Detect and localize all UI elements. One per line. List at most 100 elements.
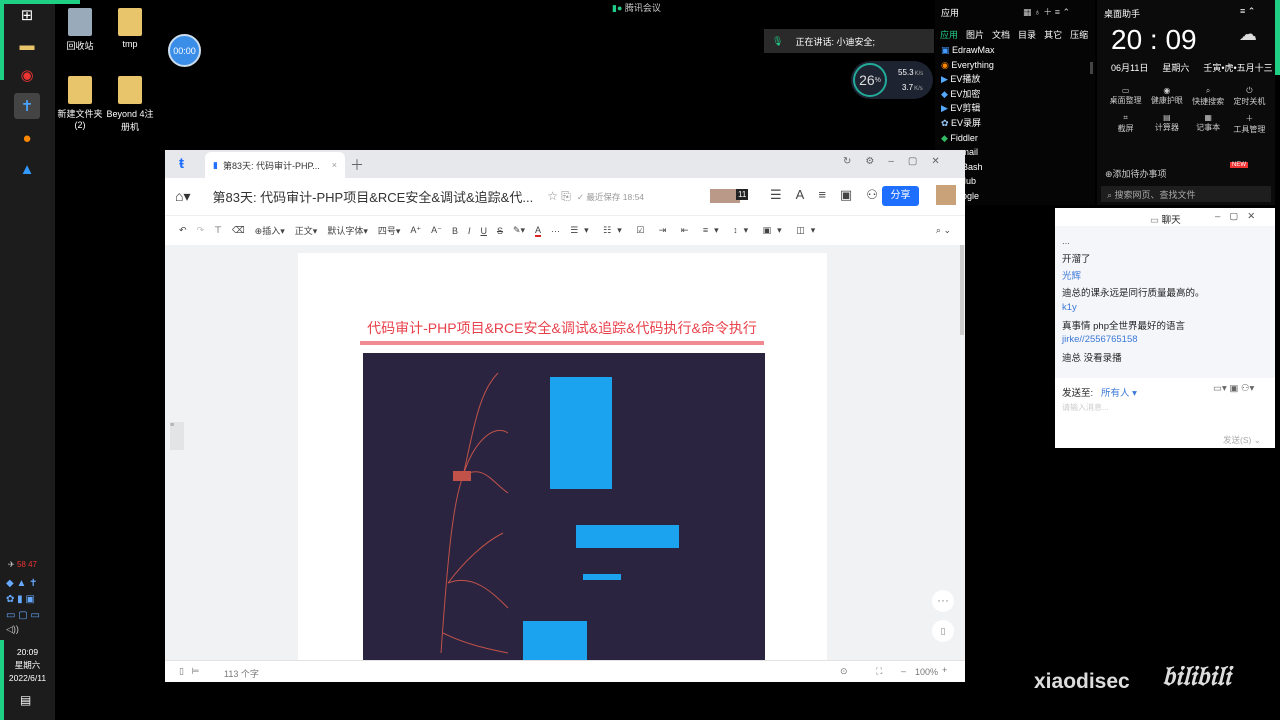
tool-notepad[interactable]: ▦ 记事本 <box>1188 113 1229 135</box>
font-select[interactable]: 默认字体▾ <box>327 224 368 237</box>
apps-tab[interactable]: 其它 <box>1044 28 1062 41</box>
helper-search-input[interactable]: ⌕ 搜索网页、查找文件 <box>1101 186 1271 202</box>
doc-title[interactable]: 第83天: 代码审计-PHP项目&RCE安全&调试&追踪&代... <box>212 187 533 206</box>
helper-controls[interactable]: ≡ ⌃ <box>1240 6 1255 17</box>
app-item[interactable]: ✿ EV录屏 <box>941 116 995 131</box>
list-buttons[interactable]: ☰▾ ☷▾ ☑ ⇥ ⇤ ≡▾ ↕▾ ▣▾ ◫▾ <box>570 225 821 236</box>
status-bar: ▯ ⊨ 113 个字 ⊙ ⛶ – 100% + <box>165 660 965 682</box>
tool-manage[interactable]: ＋工具管理 <box>1229 113 1270 135</box>
tray-icons[interactable]: ◆ ▲ ✝ ✿ ▮ ▣ ▭ ▢ ▭ <box>6 576 50 624</box>
user-avatar[interactable] <box>936 185 956 205</box>
save-status: ✓ 最近保存 18:54 <box>576 191 645 202</box>
chat-message: 迪总 没看录播 <box>1062 353 1122 364</box>
tool-eye-care[interactable]: ◉ 健康护眼 <box>1146 86 1187 107</box>
chat-message: 开溜了 <box>1062 254 1091 265</box>
font-color-button[interactable]: A <box>535 225 542 237</box>
new-tab-button[interactable]: ＋ <box>350 155 364 175</box>
network-monitor[interactable]: 26% 55.3K/s 3.7K/s <box>851 61 933 99</box>
taskbar: ⊞ ▬ ◉ ✝ ● ▲ ✈ 58 47 ◆ ▲ ✝ ✿ ▮ ▣ ▭ ▢ ▭ ◁)) … <box>0 0 55 720</box>
windows-start-icon[interactable]: ⊞ <box>14 2 40 28</box>
firefox-icon[interactable]: ● <box>14 125 40 151</box>
italic-button[interactable]: I <box>468 226 471 236</box>
font-increase-button[interactable]: A⁺ <box>410 225 421 236</box>
file-explorer-icon[interactable]: ▬ <box>14 32 40 58</box>
clear-format-icon[interactable]: ⌫ <box>232 225 245 236</box>
redo-icon[interactable]: ↷ <box>197 225 205 236</box>
add-todo-button[interactable]: ⊕添加待办事项 <box>1105 167 1167 180</box>
apps-panel-controls[interactable]: ▦ ♁ ＋ ≡ ⌃ <box>1023 5 1070 18</box>
desktop-icon-tmp[interactable]: tmp <box>100 8 160 49</box>
scrollbar[interactable] <box>960 245 964 335</box>
highlight-icon[interactable]: ✎▾ <box>513 225 525 236</box>
star-icon[interactable]: ☆ ⎘ <box>547 189 571 204</box>
doc-tab[interactable]: ▮ 第83天: 代码审计-PHP... × <box>205 152 345 178</box>
chat-sender: k1y <box>1062 302 1077 313</box>
apps-tabs: 应用 图片 文档 目录 其它 压缩 <box>940 28 1088 41</box>
zoom-in-button[interactable]: + <box>942 665 947 675</box>
apps-tab[interactable]: 图片 <box>966 28 984 41</box>
tencent-docs-icon[interactable]: ✝ <box>14 93 40 119</box>
app-item[interactable]: ▶ EV播放 <box>941 72 995 87</box>
send-button[interactable]: 发送(S) ⌄ <box>1223 434 1261 446</box>
clock-date: 2022/6/11 <box>8 673 47 683</box>
mindmap-image[interactable] <box>363 353 765 660</box>
volume-icon[interactable]: ◁)) <box>6 624 19 635</box>
zoom-out-button[interactable]: – <box>901 666 906 676</box>
notes-button[interactable]: ▯ <box>932 620 954 642</box>
font-decrease-button[interactable]: A⁻ <box>431 225 442 236</box>
tool-shutdown[interactable]: ⏻ 定时关机 <box>1229 86 1270 107</box>
app-item[interactable]: ◆ EV加密 <box>941 87 995 102</box>
tool-calculator[interactable]: ▤ 计算器 <box>1146 113 1187 135</box>
bold-button[interactable]: B <box>452 226 458 236</box>
tool-quick-search[interactable]: ⌕ 快捷搜索 <box>1188 86 1229 107</box>
undo-icon[interactable]: ↶ <box>179 225 187 236</box>
close-tab-icon[interactable]: × <box>332 160 337 170</box>
apps-tab[interactable]: 目录 <box>1018 28 1036 41</box>
size-select[interactable]: 四号▾ <box>378 224 401 237</box>
notification-icon[interactable]: ▤ <box>20 693 31 707</box>
more-options-button[interactable]: ··· <box>932 590 954 612</box>
window-controls[interactable]: ↻⚙–▢✕ <box>843 156 954 167</box>
clock[interactable]: 20:09 星期六 2022/6/11 <box>0 646 55 685</box>
strike-button[interactable]: S <box>497 226 503 236</box>
search-icon[interactable]: ⌕ ⌄ <box>936 225 951 236</box>
outline-toggle[interactable]: ≡ <box>170 422 184 450</box>
app-item[interactable]: ▣ EdrawMax <box>941 43 995 58</box>
chat-tools[interactable]: ▭▾ ▣ ⚇▾ <box>1213 383 1254 394</box>
meeting-icon[interactable]: ▲ <box>14 156 40 182</box>
insert-button[interactable]: ⊕插入▾ <box>255 224 285 237</box>
page-view-icon[interactable]: ▯ ⊨ <box>179 666 199 677</box>
fullscreen-icon[interactable]: ⛶ <box>876 666 882 677</box>
icon-label: 新建文件夹 (2) <box>57 109 103 130</box>
recipient-select[interactable]: 所有人 ▾ <box>1101 385 1137 399</box>
mindmap-note <box>583 574 621 580</box>
desktop-icon-beyond[interactable]: Beyond 4注 册机 <box>100 76 160 133</box>
scrollbar[interactable] <box>1090 62 1093 74</box>
cpu-unit: % <box>874 76 881 84</box>
doc-actions[interactable]: ☰A≡▣⚇ <box>770 187 892 203</box>
helper-clock: 20 : 09 <box>1111 24 1197 55</box>
more-button[interactable]: ··· <box>551 226 560 236</box>
home-icon[interactable]: ⌂▾ <box>175 188 190 205</box>
apps-tab[interactable]: 文档 <box>992 28 1010 41</box>
app-item[interactable]: ▶ EV剪辑 <box>941 101 995 116</box>
share-button[interactable]: 分享 <box>882 186 919 206</box>
tool-desktop-organize[interactable]: ▭ 桌面整理 <box>1105 86 1146 107</box>
chat-input[interactable]: 请输入消息... <box>1062 402 1109 413</box>
chrome-icon[interactable]: ◉ <box>14 62 40 88</box>
watermark-username: xiaodisec <box>1034 670 1130 693</box>
timer-widget[interactable]: 00:00 <box>168 34 201 67</box>
apps-tab[interactable]: 压缩 <box>1070 28 1088 41</box>
app-item[interactable]: ◉ Everything <box>941 58 995 73</box>
underline-button[interactable]: U <box>480 226 487 236</box>
frame-accent <box>0 0 80 4</box>
apps-tab[interactable]: 应用 <box>940 28 958 41</box>
chat-window-controls[interactable]: –▢✕ <box>1215 211 1264 222</box>
doc-heading: 代码审计-PHP项目&RCE安全&调试&追踪&代码执行&命令执行 <box>367 320 757 336</box>
app-item[interactable]: ◆ Fiddler <box>941 131 995 146</box>
style-select[interactable]: 正文▾ <box>295 224 318 237</box>
play-icon[interactable]: ⊙ <box>840 666 848 677</box>
format-painter-icon[interactable]: ⊤ <box>214 225 222 236</box>
meeting-indicator[interactable]: ▮● 腾讯会议 <box>612 1 661 14</box>
tool-screenshot[interactable]: ⌗ 截屏 <box>1105 113 1146 135</box>
